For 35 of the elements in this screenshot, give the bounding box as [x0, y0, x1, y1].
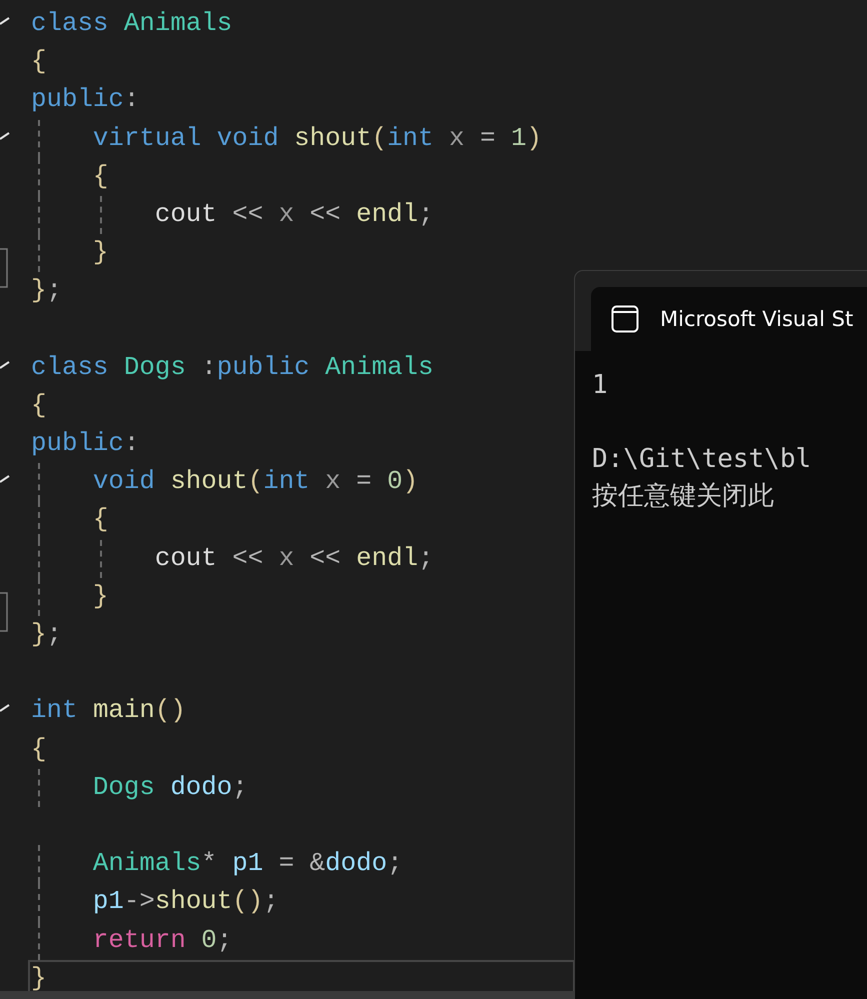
- fold-icon[interactable]: [0, 360, 10, 369]
- code-line: virtual void shout(int x = 1): [31, 120, 542, 158]
- fold-icon[interactable]: [0, 475, 10, 484]
- code-line: cout << x << endl;: [31, 196, 434, 234]
- window-tab[interactable]: Microsoft Visual St: [591, 287, 867, 351]
- code-line: }: [31, 234, 108, 272]
- code-line: Dogs dodo;: [31, 768, 248, 807]
- code-line: {: [31, 734, 46, 766]
- code-line: class Animals: [31, 8, 232, 40]
- fold-icon[interactable]: [0, 132, 10, 140]
- code-line: {: [31, 501, 108, 540]
- console-output: D:\Git\test\bl: [592, 443, 812, 476]
- code-line: public:: [31, 428, 140, 460]
- fold-icon[interactable]: [0, 704, 10, 712]
- code-line: cout << x << endl;: [31, 540, 434, 578]
- window-title: Microsoft Visual St: [660, 307, 854, 331]
- code-line: };: [31, 275, 62, 308]
- code-line: {: [31, 46, 46, 78]
- code-line: {: [31, 158, 108, 196]
- code-line: }: [31, 962, 46, 995]
- code-line: {: [31, 390, 46, 422]
- console-output: 1: [592, 369, 609, 402]
- console-output: 按任意键关闭此: [592, 480, 775, 513]
- code-line: };: [31, 619, 62, 651]
- code-line: return 0;: [31, 922, 232, 960]
- scrollbar[interactable]: [0, 991, 575, 999]
- terminal-icon: [611, 305, 639, 333]
- code-line: class Dogs :public Animals: [31, 352, 434, 384]
- code-line: }: [31, 578, 108, 616]
- code-line: void shout(int x = 0): [31, 463, 418, 502]
- code-line: public:: [31, 84, 140, 116]
- code-line: p1->shout();: [31, 883, 279, 922]
- fold-icon[interactable]: [0, 17, 10, 25]
- code-line: Animals* p1 = &dodo;: [31, 845, 403, 884]
- code-line: int main(): [31, 695, 186, 728]
